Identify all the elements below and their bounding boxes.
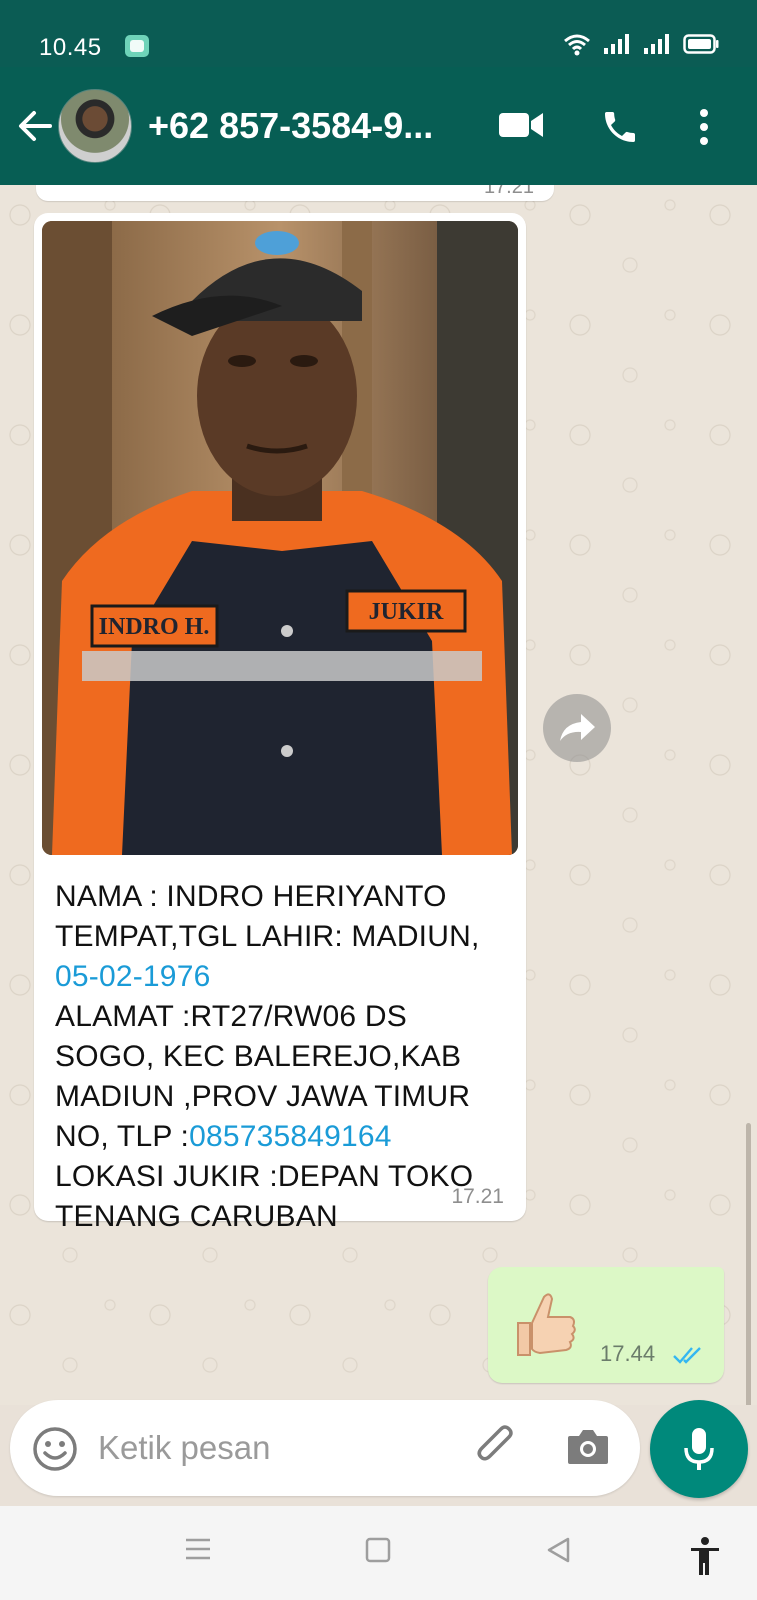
scrollbar[interactable] [746,1123,751,1405]
contact-avatar[interactable] [58,89,132,163]
notification-icon [125,35,149,57]
thumbs-up-emoji [517,1293,576,1356]
double-check-read-icon [673,1347,701,1364]
contact-name[interactable]: +62 857-3584-9... [148,105,453,147]
caption-line: TEMPAT,TGL LAHIR: MADIUN, [55,920,480,953]
back-nav-icon[interactable] [544,1536,572,1564]
message-time: 17.44 [600,1341,656,1366]
signal-icon [644,34,669,54]
status-icons [563,32,719,56]
incoming-message[interactable]: INDRO H. JUKIR NAMA : INDRO HERIYANTO TE… [34,213,526,1233]
caption-line: MADIUN ,PROV JAWA TIMUR [55,1080,471,1113]
wifi-icon [564,34,590,56]
patch-name: INDRO H. [99,614,210,640]
voice-call-icon[interactable] [600,107,640,147]
attach-icon[interactable] [472,1424,520,1470]
caption-line: SOGO, KEC BALEREJO,KAB [55,1040,462,1073]
accessibility-icon[interactable] [688,1536,722,1576]
message-caption: NAMA : INDRO HERIYANTO TEMPAT,TGL LAHIR:… [55,877,515,1237]
caption-phone-prefix: NO, TLP : [55,1120,190,1153]
forward-icon [560,714,595,741]
patch-jukir: JUKIR [369,599,444,625]
system-navigation-bar [0,1506,757,1600]
message-photo[interactable]: INDRO H. JUKIR [42,221,518,855]
caption-line: TENANG CARUBAN [55,1200,338,1233]
back-arrow-icon[interactable] [16,107,54,145]
status-time: 10.45 [39,34,102,61]
signal-icon [604,34,629,54]
message-time: 17.21 [483,185,534,198]
home-nav-icon[interactable] [364,1536,392,1564]
previous-message[interactable]: 17.21 [36,185,554,201]
caption-line: ALAMAT :RT27/RW06 DS [55,1000,407,1033]
forward-button[interactable] [543,694,611,762]
video-call-icon[interactable] [498,109,544,141]
caption-line: NAMA : INDRO HERIYANTO [55,880,447,913]
mic-icon [684,1428,714,1470]
status-bar: 10.45 [0,0,757,67]
more-options-icon[interactable] [698,107,710,147]
chat-header: +62 857-3584-9... [0,67,757,185]
caption-line: LOKASI JUKIR :DEPAN TOKO [55,1160,474,1193]
camera-icon[interactable] [566,1426,610,1466]
outgoing-message[interactable]: 17.44 [488,1267,724,1383]
message-input[interactable] [98,1422,458,1474]
emoji-icon[interactable] [32,1426,78,1472]
chat-area[interactable]: 17.21 INDRO H. JUKIR NAMA: INDRO HERIYA… [0,185,757,1405]
menu-nav-icon[interactable] [184,1536,212,1562]
voice-record-button[interactable] [650,1400,748,1498]
message-composer [10,1400,640,1496]
message-time: 17.21 [451,1185,504,1208]
photo-image: INDRO H. JUKIR [42,221,518,855]
battery-icon [683,34,719,54]
date-link[interactable]: 05-02-1976 [55,960,210,993]
phone-link[interactable]: 085735849164 [189,1120,392,1153]
